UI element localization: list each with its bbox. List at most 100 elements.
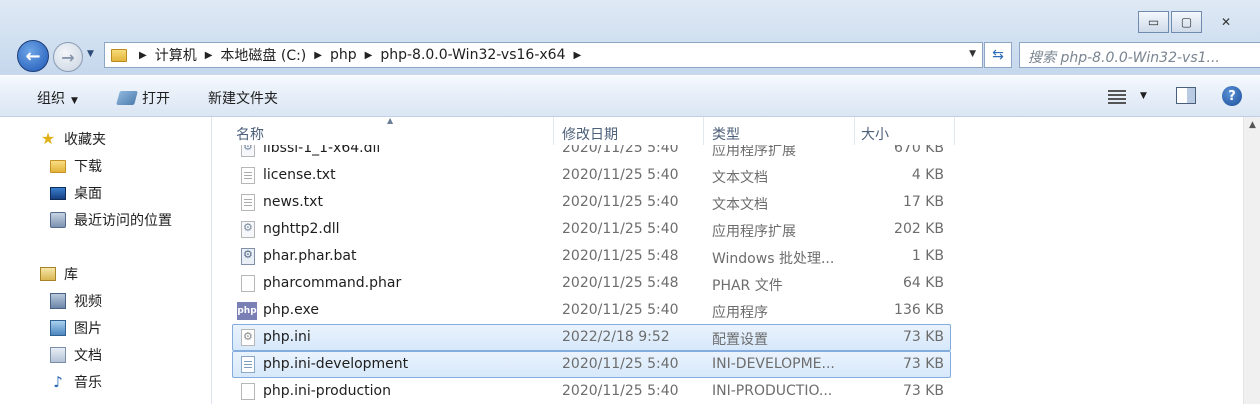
file-name: news.txt <box>263 194 323 210</box>
breadcrumb-arrow-icon[interactable]: ▶ <box>205 50 213 61</box>
breadcrumb-computer[interactable]: 计算机 <box>155 45 197 65</box>
organize-label: 组织 <box>37 91 65 107</box>
column-divider[interactable] <box>703 117 704 145</box>
file-size: 73 KB <box>902 356 944 372</box>
organize-button[interactable]: 组织 ▼ <box>37 88 78 108</box>
preview-pane-icon[interactable] <box>1176 87 1196 104</box>
nav-pictures[interactable]: 图片 <box>50 318 102 338</box>
music-icon: ♪ <box>53 373 63 391</box>
chevron-down-icon: ▼ <box>71 96 78 106</box>
file-date: 2020/11/25 5:40 <box>562 194 679 210</box>
maximize-button[interactable]: ▢ <box>1171 11 1202 33</box>
column-divider[interactable] <box>954 117 955 145</box>
arrow-left-icon: ← <box>25 45 41 67</box>
nav-documents-label: 文档 <box>74 348 102 364</box>
file-row[interactable]: php.ini-production 2020/11/25 5:40 INI-P… <box>233 379 950 404</box>
breadcrumb-arrow-icon[interactable]: ▶ <box>573 50 581 61</box>
file-row[interactable]: news.txt 2020/11/25 5:40 文本文档 17 KB <box>233 190 950 216</box>
file-name: php.ini-production <box>263 383 391 399</box>
nav-favorites[interactable]: ★ 收藏夹 <box>40 129 106 149</box>
txt-icon <box>241 194 255 211</box>
file-date: 2020/11/25 5:48 <box>562 248 679 264</box>
recent-pages-dropdown[interactable]: ▼ <box>87 49 94 59</box>
file-row[interactable]: license.txt 2020/11/25 5:40 文本文档 4 KB <box>233 163 950 189</box>
breadcrumb-arrow-icon[interactable]: ▶ <box>314 50 322 61</box>
column-header-name[interactable]: 名称 <box>236 124 264 144</box>
view-dropdown-icon[interactable]: ▼ <box>1140 91 1147 101</box>
nav-libraries-label: 库 <box>64 267 78 283</box>
folder-icon <box>111 48 127 62</box>
search-input[interactable]: 搜索 php-8.0.0-Win32-vs1... <box>1019 42 1260 68</box>
file-name: nghttp2.dll <box>263 221 340 237</box>
column-header-type[interactable]: 类型 <box>712 124 740 144</box>
file-size: 1 KB <box>911 248 944 264</box>
file-size: 73 KB <box>902 329 944 345</box>
dll-icon <box>241 221 255 238</box>
column-header-date[interactable]: 修改日期 <box>562 124 618 144</box>
file-name: php.ini-development <box>263 356 409 372</box>
minimize-button[interactable]: ▭ <box>1138 11 1169 33</box>
file-row-selected[interactable]: php.ini-development 2020/11/25 5:40 INI-… <box>232 351 951 378</box>
nav-pictures-label: 图片 <box>74 321 102 337</box>
forward-button[interactable]: → <box>53 42 83 72</box>
breadcrumb-php-version[interactable]: php-8.0.0-Win32-vs16-x64 <box>380 47 565 63</box>
nav-downloads[interactable]: 下载 <box>50 156 102 176</box>
back-button[interactable]: ← <box>17 40 49 72</box>
scroll-up-icon[interactable]: ▲ <box>1244 120 1260 130</box>
videos-icon <box>50 293 66 309</box>
file-type: INI-DEVELOPME... <box>712 356 835 372</box>
nav-videos[interactable]: 视频 <box>50 291 102 311</box>
column-header-size[interactable]: 大小 <box>861 124 889 144</box>
file-row[interactable]: nghttp2.dll 2020/11/25 5:40 应用程序扩展 202 K… <box>233 217 950 243</box>
file-icon <box>241 383 255 400</box>
open-button[interactable]: 打开 <box>116 88 170 108</box>
file-row-selected[interactable]: php.ini 2022/2/18 9:52 配置设置 73 KB <box>232 324 951 351</box>
nav-recent-places[interactable]: 最近访问的位置 <box>50 210 172 230</box>
desktop-icon <box>50 186 66 200</box>
nav-libraries[interactable]: 库 <box>40 264 78 284</box>
breadcrumb-drive-c[interactable]: 本地磁盘 (C:) <box>220 45 306 65</box>
nav-desktop[interactable]: 桌面 <box>50 183 102 203</box>
nav-music[interactable]: ♪ 音乐 <box>50 372 102 392</box>
vertical-scrollbar[interactable]: ▲ <box>1243 117 1260 404</box>
file-size: 202 KB <box>894 221 944 237</box>
column-divider[interactable] <box>854 117 855 145</box>
nav-favorites-label: 收藏夹 <box>64 132 106 148</box>
file-type: 文本文档 <box>712 197 768 213</box>
file-row[interactable]: php php.exe 2020/11/25 5:40 应用程序 136 KB <box>233 298 950 324</box>
title-address-bar: ▭ ▢ ✕ ← → ▼ ▶ 计算机 ▶ 本地磁盘 (C:) ▶ php ▶ ph… <box>0 0 1260 75</box>
breadcrumb-php[interactable]: php <box>330 47 357 63</box>
star-icon: ★ <box>40 129 56 148</box>
navigation-pane: ★ 收藏夹 下载 桌面 最近访问的位置 库 视频 图片 文档 ♪ 音乐 <box>0 117 212 404</box>
nav-recent-label: 最近访问的位置 <box>74 213 172 229</box>
new-folder-button[interactable]: 新建文件夹 <box>208 88 278 108</box>
refresh-button[interactable]: ⇆ <box>984 42 1012 68</box>
file-size: 4 KB <box>911 167 944 183</box>
file-name: pharcommand.phar <box>263 275 402 291</box>
maximize-icon: ▢ <box>1180 15 1193 29</box>
arrow-right-icon: → <box>61 47 75 67</box>
file-type: 应用程序扩展 <box>712 224 796 240</box>
close-icon: ✕ <box>1220 15 1232 29</box>
nav-downloads-label: 下载 <box>74 159 102 175</box>
address-dropdown-icon[interactable]: ▼ <box>969 49 976 59</box>
file-type: 应用程序 <box>712 305 768 321</box>
new-folder-label: 新建文件夹 <box>208 91 278 107</box>
file-name: license.txt <box>263 167 336 183</box>
breadcrumb-arrow-icon[interactable]: ▶ <box>365 50 373 61</box>
address-bar[interactable]: ▶ 计算机 ▶ 本地磁盘 (C:) ▶ php ▶ php-8.0.0-Win3… <box>104 42 983 68</box>
close-button[interactable]: ✕ <box>1204 11 1248 33</box>
bat-icon <box>241 248 255 265</box>
file-date: 2020/11/25 5:40 <box>562 356 679 372</box>
file-row[interactable]: pharcommand.phar 2020/11/25 5:48 PHAR 文件… <box>233 271 950 297</box>
column-divider[interactable] <box>553 117 554 145</box>
nav-documents[interactable]: 文档 <box>50 345 102 365</box>
view-options-icon[interactable] <box>1108 88 1126 104</box>
breadcrumb-arrow-icon[interactable]: ▶ <box>139 50 147 61</box>
downloads-folder-icon <box>50 159 66 173</box>
nav-videos-label: 视频 <box>74 294 102 310</box>
file-row[interactable]: phar.phar.bat 2020/11/25 5:48 Windows 批处… <box>233 244 950 270</box>
help-icon[interactable]: ? <box>1222 86 1242 106</box>
minimize-icon: ▭ <box>1147 15 1160 29</box>
window-controls: ▭ ▢ ✕ <box>1138 11 1248 33</box>
